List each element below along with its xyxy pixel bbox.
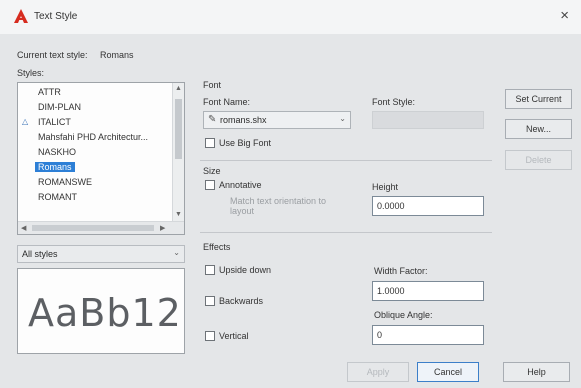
styles-list[interactable]: ATTR DIM-PLAN △ ITALICT Mahsfahi PHD Arc… <box>17 82 185 235</box>
set-current-button[interactable]: Set Current <box>505 89 572 109</box>
list-item[interactable]: ATTR <box>38 87 61 97</box>
title-bar: Text Style × <box>0 0 581 34</box>
dialog-title: Text Style <box>34 11 78 22</box>
current-style-label: Current text style: <box>17 50 88 60</box>
backwards-checkbox[interactable] <box>205 296 215 306</box>
scroll-down-icon[interactable]: ▼ <box>175 211 182 218</box>
cancel-button[interactable]: Cancel <box>417 362 479 382</box>
close-icon[interactable]: × <box>560 7 569 24</box>
delete-button[interactable]: Delete <box>505 150 572 170</box>
font-name-value: romans.shx <box>220 115 267 125</box>
vertical-checkbox[interactable] <box>205 331 215 341</box>
effects-group-label: Effects <box>203 242 231 252</box>
width-factor-label: Width Factor: <box>374 266 428 276</box>
backwards-label: Backwards <box>219 296 264 306</box>
list-horizontal-scrollbar[interactable]: ◀ ▶ <box>18 221 184 234</box>
font-name-label: Font Name: <box>203 97 251 107</box>
width-factor-input[interactable] <box>373 282 479 296</box>
styles-filter-value: All styles <box>22 249 58 259</box>
styles-label: Styles: <box>17 68 45 78</box>
chevron-down-icon: ⌄ <box>339 114 346 123</box>
oblique-angle-label: Oblique Angle: <box>374 310 433 320</box>
font-name-dropdown[interactable]: ✎ romans.shx ⌄ <box>203 111 351 129</box>
list-vertical-scrollbar[interactable]: ▲ ▼ <box>172 83 184 223</box>
preview-sample-text: AaBb12 <box>28 291 182 335</box>
use-big-font-label: Use Big Font <box>219 138 272 148</box>
upside-down-checkbox[interactable] <box>205 265 215 275</box>
scroll-up-icon[interactable]: ▲ <box>175 85 182 92</box>
font-style-label: Font Style: <box>372 97 416 107</box>
list-item[interactable]: ROMANT <box>38 192 77 202</box>
shx-font-icon: ✎ <box>208 114 217 125</box>
list-item[interactable]: Mahsfahi PHD Architectur... <box>38 132 148 142</box>
text-style-dialog: Text Style × Current text style: Romans … <box>0 0 581 388</box>
current-style-value: Romans <box>100 50 134 60</box>
divider <box>200 232 492 233</box>
match-orientation-label: Match text orientation to layout <box>230 196 327 216</box>
font-style-dropdown <box>372 111 484 129</box>
upside-down-label: Upside down <box>219 265 272 275</box>
list-item[interactable]: ITALICT <box>38 117 71 127</box>
height-field[interactable] <box>372 196 484 216</box>
help-button[interactable]: Help <box>503 362 570 382</box>
scroll-thumb[interactable] <box>175 99 182 159</box>
font-group-label: Font <box>203 80 222 90</box>
text-preview: AaBb12 <box>17 268 185 354</box>
scroll-thumb[interactable] <box>32 225 154 231</box>
styles-filter-select[interactable]: All styles ⌄ <box>17 245 185 263</box>
size-group-label: Size <box>203 166 221 176</box>
oblique-angle-input[interactable] <box>373 326 479 340</box>
width-factor-field[interactable] <box>372 281 484 301</box>
list-item[interactable]: NASKHO <box>38 147 76 157</box>
height-label: Height <box>372 182 399 192</box>
height-input[interactable] <box>373 197 479 211</box>
annotative-label: Annotative <box>219 180 262 190</box>
oblique-angle-field[interactable] <box>372 325 484 345</box>
new-button[interactable]: New... <box>505 119 572 139</box>
annotative-checkbox[interactable] <box>205 180 215 190</box>
scroll-right-icon[interactable]: ▶ <box>160 224 165 232</box>
autocad-logo-icon <box>14 9 28 23</box>
use-big-font-checkbox[interactable] <box>205 138 215 148</box>
annotative-icon: △ <box>22 117 29 126</box>
divider <box>200 160 492 161</box>
chevron-down-icon: ⌄ <box>173 248 180 257</box>
list-item-selected[interactable]: Romans <box>35 162 75 172</box>
list-item[interactable]: DIM-PLAN <box>38 102 81 112</box>
scroll-left-icon[interactable]: ◀ <box>21 224 26 232</box>
list-item[interactable]: ROMANSWE <box>38 177 92 187</box>
apply-button[interactable]: Apply <box>347 362 409 382</box>
vertical-label: Vertical <box>219 331 249 341</box>
